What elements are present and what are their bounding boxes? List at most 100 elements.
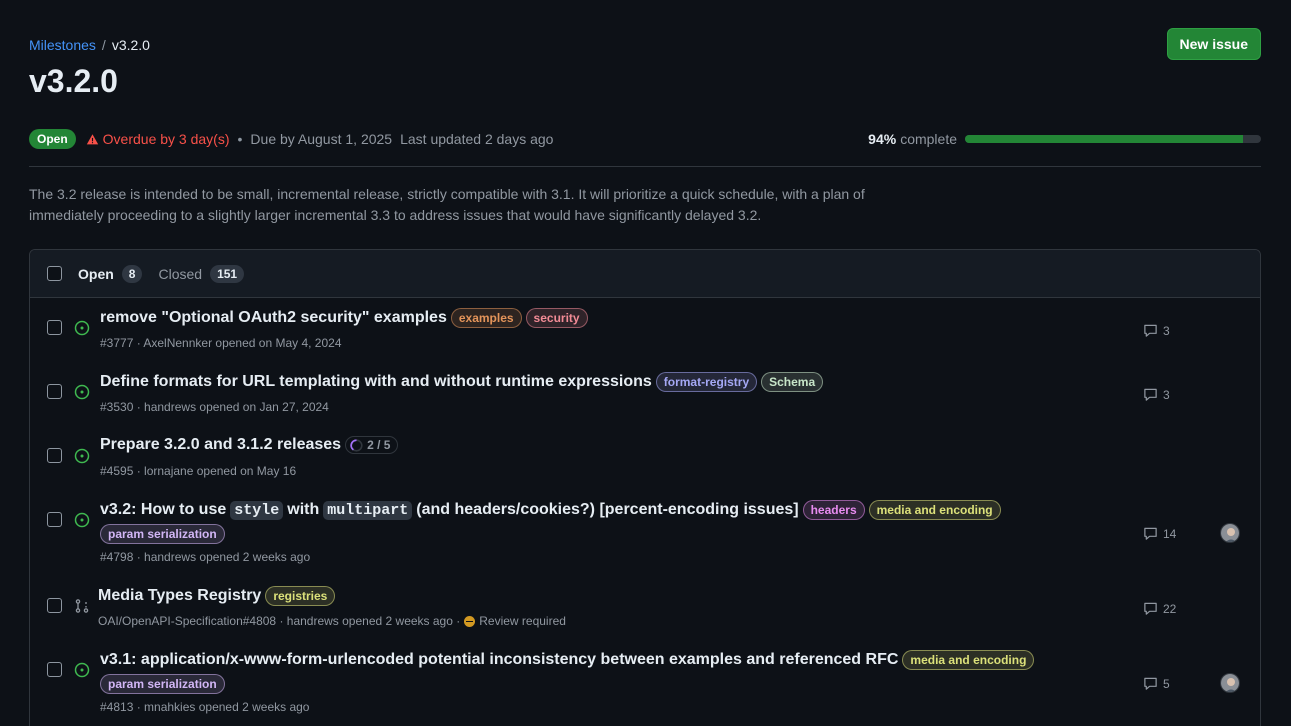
issue-meta: #4595 · lornajane opened on May 16 [100, 464, 296, 478]
issue-checkbox[interactable] [47, 448, 62, 463]
issue-checkbox[interactable] [47, 662, 62, 677]
comment-count-text: 22 [1163, 601, 1177, 616]
open-issue-icon [74, 662, 90, 678]
issue-title-text: v3.1: application/x-www-form-urlencoded … [100, 651, 899, 668]
breadcrumb-current: v3.2.0 [111, 37, 150, 53]
alert-icon [86, 133, 98, 144]
comment-count-text: 14 [1163, 526, 1177, 541]
issue-title[interactable]: Media Types Registry registries [98, 586, 336, 606]
progress-bar [965, 135, 1261, 143]
issue-label[interactable]: security [525, 308, 588, 328]
comment-count[interactable]: 14 [1143, 526, 1176, 541]
milestone-description: The 3.2 release is intended to be small,… [29, 186, 865, 223]
issue-meta-text: #3777 · AxelNennker opened on May 4, 202… [100, 336, 342, 350]
open-issue-icon [74, 512, 90, 528]
assignee-avatar[interactable] [1220, 673, 1240, 693]
issue-meta-text: OAI/OpenAPI-Specification#4808 · handrew… [98, 614, 461, 628]
issue-checkbox[interactable] [47, 512, 62, 527]
issues-list: Open 8 Closed 151 remove "Optional OAuth… [29, 249, 1261, 726]
issue-meta-text: #4595 · lornajane opened on May 16 [100, 464, 297, 478]
issue-label[interactable]: param serialization [100, 674, 225, 694]
issue-label[interactable]: format-registry [655, 372, 758, 392]
comment-icon [1144, 324, 1157, 337]
issue-checkbox[interactable] [47, 320, 62, 335]
task-progress-icon [350, 438, 363, 452]
issue-row: Media Types Registry registries OAI/OpenAP… [30, 577, 1260, 641]
issue-label[interactable]: registries [265, 586, 336, 606]
issue-meta-text: #4813 · mnahkies opened 2 weeks ago [100, 700, 310, 714]
comment-icon [1144, 602, 1157, 615]
issues-list-header: Open 8 Closed 151 [30, 250, 1260, 298]
progress-label: complete [900, 131, 957, 147]
open-issue-icon [74, 320, 90, 336]
tab-open-label: Open [78, 265, 114, 282]
issue-row: v3.1: application/x-www-form-urlencoded … [30, 641, 1260, 714]
issue-title-text: Define formats for URL templating with a… [100, 373, 652, 390]
issue-labels-row: param serialization [100, 674, 225, 694]
comment-count[interactable]: 5 [1143, 676, 1170, 691]
progress-percent: 94% [868, 131, 897, 147]
comment-count[interactable]: 3 [1143, 387, 1170, 402]
review-required-icon [464, 615, 476, 627]
progress-summary: 94% complete [868, 131, 1261, 147]
issue-title[interactable]: Prepare 3.2.0 and 3.1.2 releases 2 / 5 [100, 436, 399, 454]
issue-checkbox[interactable] [47, 384, 62, 399]
issue-title-text: Media Types Registry [98, 587, 262, 604]
divider [29, 166, 1261, 167]
issue-title-part: multipart [323, 500, 413, 520]
issue-label[interactable]: param serialization [100, 524, 225, 544]
last-updated: Last updated 2 days ago [400, 131, 554, 147]
issue-label[interactable]: headers [802, 500, 865, 520]
issue-title-part: v3.2: How to use [100, 501, 227, 518]
progress-bar-fill [965, 135, 1244, 143]
issue-meta: #4813 · mnahkies opened 2 weeks ago [100, 700, 309, 714]
review-status-text: Review required [479, 614, 566, 628]
issue-meta: #3530 · handrews opened on Jan 27, 2024 [100, 400, 329, 414]
pull-request-icon [75, 599, 89, 613]
issue-label[interactable]: media and encoding [868, 500, 1001, 520]
comment-count-text: 3 [1163, 323, 1170, 338]
issue-label[interactable]: Schema [761, 372, 824, 392]
issue-checkbox[interactable] [47, 598, 62, 613]
page-title: v3.2.0 [29, 63, 118, 99]
issue-title[interactable]: v3.2: How to use style with multipart (and h… [100, 500, 1001, 520]
comment-count-text: 3 [1163, 387, 1170, 402]
tab-closed-label: Closed [158, 265, 203, 282]
avatar-image [1221, 524, 1239, 542]
avatar-image [1221, 674, 1239, 692]
issue-label[interactable]: examples [450, 308, 522, 328]
issue-title-part: with [287, 501, 320, 518]
issue-title[interactable]: Define formats for URL templating with a… [100, 372, 824, 392]
comment-count[interactable]: 22 [1143, 601, 1176, 616]
meta-dot: • [237, 131, 243, 147]
breadcrumb-milestones-link[interactable]: Milestones [29, 37, 96, 53]
breadcrumb-separator: / [101, 37, 106, 53]
issue-meta: #4798 · handrews opened 2 weeks ago [100, 550, 310, 564]
issue-title-part: (and headers/cookies?) [percent-encoding… [416, 501, 799, 518]
task-progress[interactable]: 2 / 5 [345, 436, 399, 454]
issue-meta: #3777 · AxelNennker opened on May 4, 202… [100, 336, 342, 350]
issue-meta: OAI/OpenAPI-Specification#4808 · handrew… [98, 614, 566, 628]
tab-closed[interactable]: Closed 151 [158, 264, 245, 283]
tab-open[interactable]: Open 8 [78, 264, 143, 283]
due-date: Due by August 1, 2025 [250, 131, 393, 147]
issue-title-part: style [230, 500, 284, 520]
review-status: Review required [464, 614, 566, 628]
issue-title-text: remove "Optional OAuth2 security" exampl… [100, 309, 447, 326]
task-progress-text: 2 / 5 [367, 438, 391, 452]
closed-count: 151 [210, 264, 245, 283]
issue-title[interactable]: remove "Optional OAuth2 security" exampl… [100, 308, 588, 328]
overdue-notice: Overdue by 3 day(s) [86, 131, 230, 147]
breadcrumb: Milestones / v3.2.0 [29, 37, 150, 53]
issue-label[interactable]: media and encoding [902, 650, 1035, 670]
select-all-checkbox[interactable] [47, 266, 62, 281]
assignee-avatar[interactable] [1220, 523, 1240, 543]
new-issue-button[interactable]: New issue [1166, 28, 1261, 60]
issue-row: Prepare 3.2.0 and 3.1.2 releases 2 / 5 #45… [30, 427, 1260, 491]
comment-icon [1144, 677, 1157, 690]
issue-title-text: Prepare 3.2.0 and 3.1.2 releases [100, 436, 342, 453]
issue-title[interactable]: v3.1: application/x-www-form-urlencoded … [100, 650, 1035, 670]
issue-row: remove "Optional OAuth2 security" exampl… [30, 299, 1260, 363]
comment-count[interactable]: 3 [1143, 323, 1170, 338]
issue-meta-text: #3530 · handrews opened on Jan 27, 2024 [100, 400, 329, 414]
